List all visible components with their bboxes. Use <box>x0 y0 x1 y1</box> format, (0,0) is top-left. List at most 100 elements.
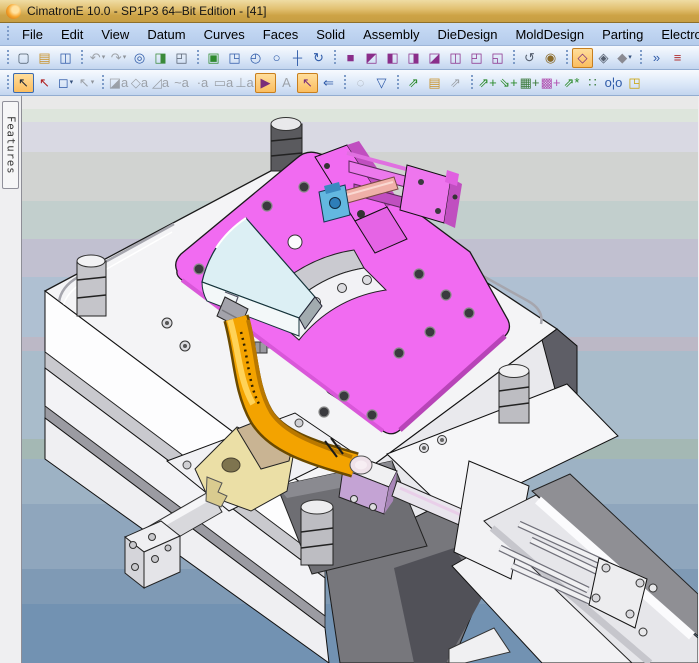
copy-replace-button[interactable]: ◨ <box>150 48 171 68</box>
zoom-window-button[interactable]: ◳ <box>224 48 245 68</box>
filter-axes-icon: ⊥a <box>235 76 254 89</box>
title-bar[interactable]: CimatronE 10.0 - SP1P3 64–Bit Edition - … <box>0 0 699 23</box>
pattern-grid-button[interactable]: ▩+ <box>540 73 561 93</box>
menu-molddesign[interactable]: MoldDesign <box>506 25 593 44</box>
3d-viewport[interactable] <box>22 96 699 663</box>
unselect-all-button[interactable]: ↖ <box>34 73 55 93</box>
dropdown-arrow-icon[interactable]: ▾ <box>628 54 632 61</box>
add-subassembly-button[interactable]: ⇘+ <box>498 73 519 93</box>
catalog-box-icon: ◳ <box>628 76 640 89</box>
rotate-view-button[interactable]: ↻ <box>308 48 329 68</box>
toolbar-drag-handle[interactable] <box>5 75 10 91</box>
pan-icon: ┼ <box>293 51 302 64</box>
zoom-all-button[interactable]: ▣ <box>203 48 224 68</box>
show-hide-list-button[interactable]: ⇐ <box>318 73 339 93</box>
view-top-icon: ◩ <box>365 51 377 64</box>
view-front-button[interactable]: ◧ <box>382 48 403 68</box>
active-filter-button[interactable]: ▶ <box>255 73 276 93</box>
open-catalog-button[interactable]: ▤ <box>424 73 445 93</box>
wireframe-display-button[interactable]: ◇ <box>572 48 593 68</box>
view-right-button[interactable]: ◨ <box>403 48 424 68</box>
filter-faces-button: ◇a <box>129 73 150 93</box>
window-select-button[interactable]: ◻▾ <box>55 73 76 93</box>
view-bottom-button[interactable]: ◰ <box>466 48 487 68</box>
menu-parting[interactable]: Parting <box>593 25 652 44</box>
view-back-button[interactable]: ◪ <box>424 48 445 68</box>
cursor-filter-button[interactable]: ↖ <box>297 73 318 93</box>
view-axonometric-button[interactable]: ◱ <box>487 48 508 68</box>
pattern-grid-icon: ▩+ <box>541 76 561 89</box>
view-left-button[interactable]: ◫ <box>445 48 466 68</box>
cimatron-window: CimatronE 10.0 - SP1P3 64–Bit Edition - … <box>0 0 699 663</box>
menu-solid[interactable]: Solid <box>307 25 354 44</box>
toolbar-drag-handle[interactable] <box>511 50 516 66</box>
unselect-all-icon: ↖ <box>39 76 50 89</box>
toolbar-drag-handle[interactable] <box>638 50 643 66</box>
toolbar-overflow-button[interactable]: » <box>646 48 667 68</box>
toolbar-drag-handle[interactable] <box>564 50 569 66</box>
filter-curves-icon: ~a <box>174 76 189 89</box>
align-pattern-icon: ∷ <box>588 76 596 89</box>
zoom-dynamic-button[interactable]: ◴ <box>245 48 266 68</box>
delete-structure-icon: ◰ <box>175 51 187 64</box>
menu-electrode[interactable]: Electrode <box>652 25 699 44</box>
filter-axes-button: ⊥a <box>234 73 255 93</box>
copy-replace-icon: ◨ <box>154 51 166 64</box>
align-center-button[interactable]: o¦o <box>603 73 624 93</box>
menu-edit[interactable]: Edit <box>52 25 92 44</box>
previous-view-button[interactable]: ↺ <box>519 48 540 68</box>
align-pattern-button[interactable]: ∷ <box>582 73 603 93</box>
selection-filter-funnel-icon: ▽ <box>377 76 387 89</box>
toolbar-drag-handle[interactable] <box>332 50 337 66</box>
shaded-display-button[interactable]: ◆▾ <box>614 48 635 68</box>
new-document-button[interactable]: ▢ <box>13 48 34 68</box>
undo-button: ↶▾ <box>87 48 108 68</box>
menu-curves[interactable]: Curves <box>195 25 254 44</box>
open-file-button[interactable]: ▤ <box>34 48 55 68</box>
menu-faces[interactable]: Faces <box>254 25 307 44</box>
view-isometric-button[interactable]: ■ <box>340 48 361 68</box>
dropdown-arrow-icon[interactable]: ▾ <box>91 79 95 86</box>
toolbar-drag-handle[interactable] <box>5 50 10 66</box>
add-part-button[interactable]: ⇗+ <box>477 73 498 93</box>
dropdown-arrow-icon[interactable]: ▾ <box>102 54 106 61</box>
locate-component-icon: ◌ <box>357 76 365 89</box>
find-references-button[interactable]: ◎ <box>129 48 150 68</box>
pan-button[interactable]: ┼ <box>287 48 308 68</box>
selection-filter-funnel-button[interactable]: ▽ <box>371 73 392 93</box>
dropdown-arrow-icon[interactable]: ▾ <box>123 54 127 61</box>
hidden-line-display-button[interactable]: ◈ <box>593 48 614 68</box>
open-catalog-icon: ▤ <box>428 76 440 89</box>
menu-view[interactable]: View <box>92 25 138 44</box>
view-camera-button[interactable]: ◉ <box>540 48 561 68</box>
menu-assembly[interactable]: Assembly <box>354 25 428 44</box>
guide-pin-right[interactable] <box>499 365 529 424</box>
pattern-linear-button[interactable]: ▦+ <box>519 73 540 93</box>
add-new-part-button[interactable]: ⇗* <box>561 73 582 93</box>
delete-structure-button[interactable]: ◰ <box>171 48 192 68</box>
dropdown-arrow-icon[interactable]: ▾ <box>70 79 74 86</box>
guide-pin-left[interactable] <box>77 255 106 316</box>
toolbar-drag-handle[interactable] <box>195 50 200 66</box>
menu-diedesign[interactable]: DieDesign <box>428 25 506 44</box>
add-connection-button[interactable]: ⇗ <box>403 73 424 93</box>
toolbar-drag-handle[interactable] <box>100 75 105 91</box>
save-button[interactable]: ◫ <box>55 48 76 68</box>
view-top-button[interactable]: ◩ <box>361 48 382 68</box>
view-bottom-icon: ◰ <box>470 51 482 64</box>
zoom-button[interactable]: ○ <box>266 48 287 68</box>
menu-file[interactable]: File <box>13 25 52 44</box>
guide-pin-bottom[interactable] <box>301 500 333 565</box>
catalog-box-button[interactable]: ◳ <box>624 73 645 93</box>
toolbar-drag-handle[interactable] <box>469 75 474 91</box>
view-front-icon: ◧ <box>386 51 398 64</box>
display-manager-button[interactable]: ≡ <box>667 48 688 68</box>
menubar-drag-handle[interactable] <box>5 26 10 42</box>
toolbar-drag-handle[interactable] <box>395 75 400 91</box>
pick-select-button[interactable]: ↖ <box>13 73 34 93</box>
toolbar-drag-handle[interactable] <box>342 75 347 91</box>
toolbar-drag-handle[interactable] <box>79 50 84 66</box>
view-left-icon: ◫ <box>449 51 461 64</box>
features-panel-tab[interactable]: Features <box>2 101 19 189</box>
menu-datum[interactable]: Datum <box>138 25 194 44</box>
